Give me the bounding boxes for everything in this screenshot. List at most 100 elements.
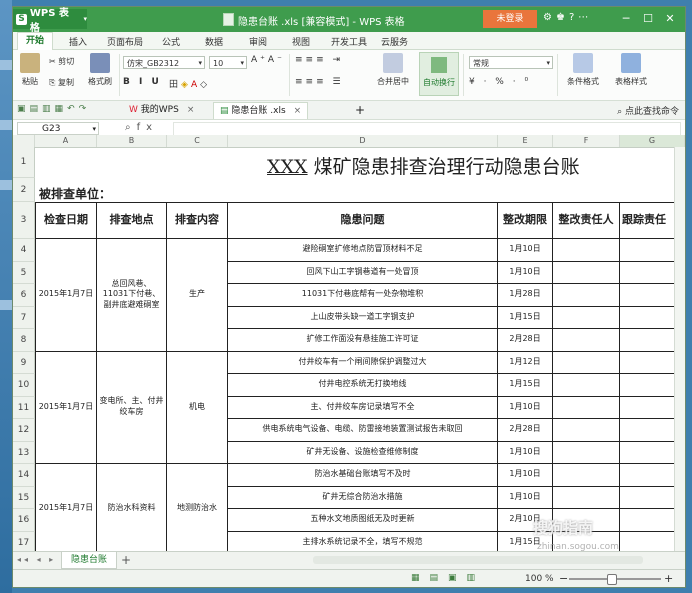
doc-tab-my-wps[interactable]: W 我的WPS × xyxy=(123,102,200,118)
font-grow-shrink[interactable]: A⁺A⁻ xyxy=(251,55,285,65)
deadline-cell[interactable]: 1月15日 xyxy=(498,374,553,397)
select-all-corner[interactable] xyxy=(13,135,35,147)
settings-icon[interactable]: ⚙ xyxy=(543,12,556,23)
clear-icon[interactable]: ◇ xyxy=(200,80,210,90)
cut-button[interactable]: ✂ 剪切 xyxy=(49,56,74,67)
issue-cell[interactable]: 主、付井绞车房记录填写不全 xyxy=(228,396,498,419)
group-date-cell[interactable]: 2015年1月7日 xyxy=(35,464,97,551)
font-color-icon[interactable]: A xyxy=(191,80,200,90)
responsible-cell[interactable] xyxy=(553,239,620,262)
issue-cell[interactable]: 回风下山工字钢巷道有一处冒顶 xyxy=(228,261,498,284)
row-header[interactable]: 13 xyxy=(13,441,35,464)
shirt-icon[interactable]: ♚ xyxy=(556,12,569,23)
issue-cell[interactable]: 避险硐室扩修地点防冒顶材料不足 xyxy=(228,239,498,262)
row-header[interactable]: 10 xyxy=(13,374,35,397)
deadline-cell[interactable]: 2月28日 xyxy=(498,329,553,352)
group-location-cell[interactable]: 防治水科资料 xyxy=(97,464,167,551)
issue-cell[interactable]: 矿井无综合防治水措施 xyxy=(228,486,498,509)
column-header[interactable]: F xyxy=(553,135,620,147)
preview-icon[interactable]: ▦ xyxy=(55,104,68,114)
tab-cloud[interactable]: 云服务 xyxy=(381,35,408,48)
table-style-button[interactable]: 表格样式 xyxy=(609,50,653,87)
row-header[interactable]: 6 xyxy=(13,284,35,307)
row-header[interactable]: 14 xyxy=(13,464,35,487)
fill-color-icon[interactable]: ◈ xyxy=(181,80,191,90)
issue-cell[interactable]: 防治水基础台账填写不及时 xyxy=(228,464,498,487)
group-location-cell[interactable]: 总回风巷、11031下付巷、副井底避难硐室 xyxy=(97,239,167,352)
login-button[interactable]: 未登录 xyxy=(483,10,537,28)
row-header[interactable]: 11 xyxy=(13,396,35,419)
page-break-icon[interactable]: ▣ xyxy=(448,573,467,583)
undo-icon[interactable]: ↶ xyxy=(67,104,79,114)
row-header[interactable]: 7 xyxy=(13,306,35,329)
reading-mode-icon[interactable]: ▥ xyxy=(467,573,486,583)
issue-cell[interactable]: 付井绞车有一个闸间隙保护调整过大 xyxy=(228,351,498,374)
column-header[interactable]: A xyxy=(35,135,97,147)
responsible-cell[interactable] xyxy=(553,486,620,509)
borders-icon[interactable]: 田 xyxy=(169,80,181,90)
print-icon[interactable]: ▥ xyxy=(42,104,55,114)
responsible-cell[interactable] xyxy=(553,419,620,442)
font-style-buttons[interactable]: B I U xyxy=(123,77,162,87)
responsible-cell[interactable] xyxy=(553,374,620,397)
number-format-buttons[interactable]: ¥ · % · ⁰ xyxy=(469,77,531,87)
merge-center-button[interactable]: 合并居中 xyxy=(371,50,415,87)
horizontal-scrollbar[interactable] xyxy=(313,556,643,564)
tab-data[interactable]: 数据 xyxy=(205,35,223,48)
valign-buttons[interactable]: ≡≡≡ ⇥ xyxy=(295,55,343,65)
header-issue[interactable]: 隐患问题 xyxy=(228,202,498,239)
close-tab-icon[interactable]: × xyxy=(187,105,195,115)
row-header[interactable]: 15 xyxy=(13,486,35,509)
deadline-cell[interactable]: 1月28日 xyxy=(498,284,553,307)
halign-buttons[interactable]: ≡≡≡ ☰ xyxy=(295,77,344,87)
responsible-cell[interactable] xyxy=(553,329,620,352)
issue-cell[interactable]: 付井电控系统无打换地线 xyxy=(228,374,498,397)
issue-cell[interactable]: 五种水文地质图纸无及时更新 xyxy=(228,509,498,532)
group-content-cell[interactable]: 机电 xyxy=(167,351,228,464)
deadline-cell[interactable]: 1月15日 xyxy=(498,306,553,329)
paste-button[interactable]: 粘贴 xyxy=(17,50,43,87)
maximize-icon[interactable]: ☐ xyxy=(637,10,659,28)
group-date-cell[interactable]: 2015年1月7日 xyxy=(35,239,97,352)
header-responsible[interactable]: 整改责任人 xyxy=(553,202,620,239)
responsible-cell[interactable] xyxy=(553,396,620,419)
command-search[interactable]: ⌕ 点此查找命令 xyxy=(617,104,679,117)
deadline-cell[interactable]: 1月10日 xyxy=(498,396,553,419)
font-name-select[interactable]: 仿宋_GB2312 ▾ xyxy=(123,56,205,69)
format-painter-button[interactable]: 格式刷 xyxy=(85,50,115,87)
normal-view-icon[interactable]: ▦ xyxy=(411,573,430,583)
row-header[interactable]: 16 xyxy=(13,509,35,532)
copy-button[interactable]: ⎘ 复制 xyxy=(49,77,74,88)
fx-icon[interactable]: ⌕fx xyxy=(125,122,158,133)
responsible-cell[interactable] xyxy=(553,261,620,284)
border-fill-color-buttons[interactable]: 田◈A◇ xyxy=(169,77,210,90)
deadline-cell[interactable]: 2月28日 xyxy=(498,419,553,442)
header-location[interactable]: 排查地点 xyxy=(97,202,167,239)
row-header[interactable]: 5 xyxy=(13,261,35,284)
issue-cell[interactable]: 矿井无设备、设施检查维修制度 xyxy=(228,441,498,464)
close-icon[interactable]: ✕ xyxy=(659,10,681,28)
row-header[interactable]: 3 xyxy=(13,202,35,239)
name-box[interactable]: G23 ▾ xyxy=(17,122,99,135)
responsible-cell[interactable] xyxy=(553,306,620,329)
group-location-cell[interactable]: 变电所、主、付井绞车房 xyxy=(97,351,167,464)
new-tab-button[interactable]: + xyxy=(349,102,371,118)
column-header[interactable]: C xyxy=(167,135,228,147)
more-icon[interactable]: ⋯ xyxy=(578,12,592,23)
deadline-cell[interactable]: 1月10日 xyxy=(498,441,553,464)
minimize-icon[interactable]: ─ xyxy=(615,10,637,28)
doc-tab-hazard-ledger[interactable]: ▤ 隐患台账 .xls × xyxy=(213,102,309,119)
zoom-slider-handle[interactable] xyxy=(607,574,617,585)
wrap-text-button[interactable]: 自动换行 xyxy=(419,52,459,96)
row-header[interactable]: 9 xyxy=(13,351,35,374)
tab-home[interactable]: 开始 xyxy=(17,32,54,50)
issue-cell[interactable]: 主排水系统记录不全，填写不规范 xyxy=(228,531,498,551)
row-header[interactable]: 1 xyxy=(13,147,35,178)
issue-cell[interactable]: 11031下付巷底帮有一处杂物堆积 xyxy=(228,284,498,307)
font-size-select[interactable]: 10 ▾ xyxy=(209,56,247,69)
header-deadline[interactable]: 整改期限 xyxy=(498,202,553,239)
page-layout-icon[interactable]: ▤ xyxy=(430,573,449,583)
group-content-cell[interactable]: 生产 xyxy=(167,239,228,352)
issue-cell[interactable]: 上山皮带头缺一道工字钢支护 xyxy=(228,306,498,329)
header-content[interactable]: 排查内容 xyxy=(167,202,228,239)
